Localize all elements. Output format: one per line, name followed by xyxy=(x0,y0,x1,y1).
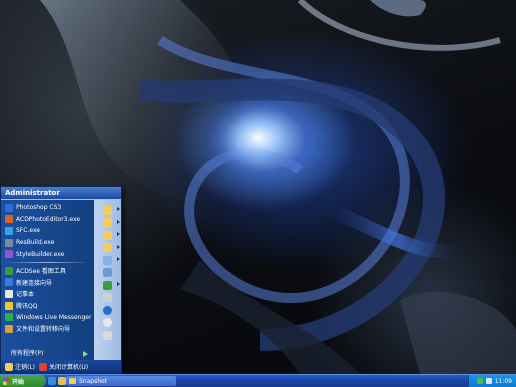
clock[interactable]: 11:09 xyxy=(495,378,512,385)
messenger-icon xyxy=(5,313,13,322)
start-button[interactable]: 开始 xyxy=(0,375,46,387)
logoff-label: 注销(L) xyxy=(15,364,36,371)
my-computer-icon xyxy=(103,255,112,265)
my-computer-item[interactable] xyxy=(94,254,121,267)
acdsee-editor-icon xyxy=(5,215,13,224)
resbuild-icon xyxy=(5,238,13,247)
start-menu-divider xyxy=(5,261,90,263)
pinned-item-resbuild[interactable]: ResBuild.exe xyxy=(1,237,94,249)
search-icon xyxy=(103,318,112,328)
submenu-arrow-icon xyxy=(117,257,120,261)
my-recent-documents-icon xyxy=(103,218,112,228)
search-item[interactable] xyxy=(94,317,121,330)
network-connections-icon xyxy=(103,280,112,290)
notepad-icon xyxy=(5,289,13,298)
start-menu-body: Photoshop CS3 ACDPhotoEditor3.exe SFC.ex… xyxy=(1,200,121,360)
start-button-label: 开始 xyxy=(12,378,25,386)
my-documents-item[interactable] xyxy=(94,204,121,217)
taskbar-window-button[interactable]: Snapshot xyxy=(66,376,176,386)
shutdown-button[interactable]: 关闭计算机(U) xyxy=(39,362,88,371)
recent-item-label: 文件和设置转移向导 xyxy=(16,326,71,334)
recent-item-acdsee[interactable]: ACDSee 看图工具 xyxy=(1,265,94,277)
network-tray-icon[interactable] xyxy=(476,378,483,384)
stylebuilder-icon xyxy=(5,250,13,259)
recent-item-network-wizard[interactable]: 新建连接向导 xyxy=(1,277,94,289)
recent-item-label: 新建连接向导 xyxy=(16,279,53,287)
start-menu-programs-pane: Photoshop CS3 ACDPhotoEditor3.exe SFC.ex… xyxy=(1,200,94,360)
control-panel-icon xyxy=(103,268,112,278)
submenu-arrow-icon xyxy=(117,207,120,211)
pinned-item-label: Photoshop CS3 xyxy=(16,204,62,212)
recent-item-label: Windows Live Messenger xyxy=(16,313,92,321)
network-wizard-icon xyxy=(5,278,13,287)
power-icon xyxy=(39,362,48,371)
network-connections-item[interactable] xyxy=(94,279,121,292)
start-menu-places-pane xyxy=(94,200,121,360)
submenu-arrow-icon xyxy=(117,282,120,286)
all-programs-button[interactable]: 所有程序(P) xyxy=(1,348,94,360)
recent-item-label: 记事本 xyxy=(16,291,35,299)
submenu-arrow-icon xyxy=(117,244,120,249)
pinned-item-label: ACDPhotoEditor3.exe xyxy=(16,215,81,223)
recent-item-label: ACDSee 看图工具 xyxy=(16,268,66,276)
start-menu: Administrator Photoshop CS3 ACDPhotoEdit… xyxy=(0,186,122,374)
sfc-icon xyxy=(5,226,13,235)
recent-item-label: 腾讯QQ xyxy=(16,303,38,311)
my-music-icon xyxy=(103,243,112,253)
arrow-right-icon xyxy=(83,351,88,357)
help-item[interactable] xyxy=(94,304,121,317)
recent-item-qq[interactable]: 腾讯QQ xyxy=(1,300,94,312)
pinned-item-stylebuilder[interactable]: StyleBuilder.exe xyxy=(1,248,94,260)
pinned-item-label: ResBuild.exe xyxy=(16,239,55,247)
my-recent-documents-item[interactable] xyxy=(94,217,121,230)
all-programs-label: 所有程序(P) xyxy=(11,350,44,357)
my-music-item[interactable] xyxy=(94,242,121,255)
printers-faxes-icon xyxy=(103,293,112,303)
pinned-item-label: SFC.exe xyxy=(16,227,40,235)
recent-item-messenger[interactable]: Windows Live Messenger xyxy=(1,311,94,323)
recent-item-notepad[interactable]: 记事本 xyxy=(1,288,94,300)
acdsee-icon xyxy=(5,266,13,275)
show-desktop-icon[interactable] xyxy=(58,377,66,385)
folder-icon xyxy=(69,378,76,384)
printers-faxes-item[interactable] xyxy=(94,292,121,305)
pinned-item-acdphotoeditor[interactable]: ACDPhotoEditor3.exe xyxy=(1,214,94,226)
my-pictures-icon xyxy=(103,230,112,240)
my-documents-icon xyxy=(103,205,112,215)
taskbar: 开始 Snapshot 11:09 xyxy=(0,374,516,387)
run-item[interactable] xyxy=(94,329,121,342)
help-icon xyxy=(103,305,112,315)
volume-tray-icon[interactable] xyxy=(485,378,492,384)
run-icon xyxy=(103,330,112,340)
recent-item-transfer-wizard[interactable]: 文件和设置转移向导 xyxy=(1,323,94,335)
taskbar-window-label: Snapshot xyxy=(79,377,108,385)
quick-launch-bar xyxy=(48,377,66,385)
system-tray: 11:09 xyxy=(468,375,516,387)
submenu-arrow-icon xyxy=(117,232,120,236)
my-pictures-item[interactable] xyxy=(94,229,121,242)
pinned-item-photoshop[interactable]: Photoshop CS3 xyxy=(1,202,94,214)
windows-flag-icon xyxy=(3,377,10,385)
submenu-arrow-icon xyxy=(117,219,120,224)
control-panel-item[interactable] xyxy=(94,267,121,280)
internet-explorer-icon[interactable] xyxy=(48,377,56,385)
start-menu-footer: 注销(L) 关闭计算机(U) xyxy=(1,360,121,373)
pinned-item-sfc[interactable]: SFC.exe xyxy=(1,225,94,237)
start-menu-user-header: Administrator xyxy=(1,187,121,200)
key-icon xyxy=(5,362,13,371)
shutdown-label: 关闭计算机(U) xyxy=(49,364,89,371)
logoff-button[interactable]: 注销(L) xyxy=(5,362,35,371)
transfer-wizard-icon xyxy=(5,324,13,333)
pinned-item-label: StyleBuilder.exe xyxy=(16,250,65,258)
qq-penguin-icon xyxy=(5,301,13,310)
photoshop-icon xyxy=(5,203,13,212)
